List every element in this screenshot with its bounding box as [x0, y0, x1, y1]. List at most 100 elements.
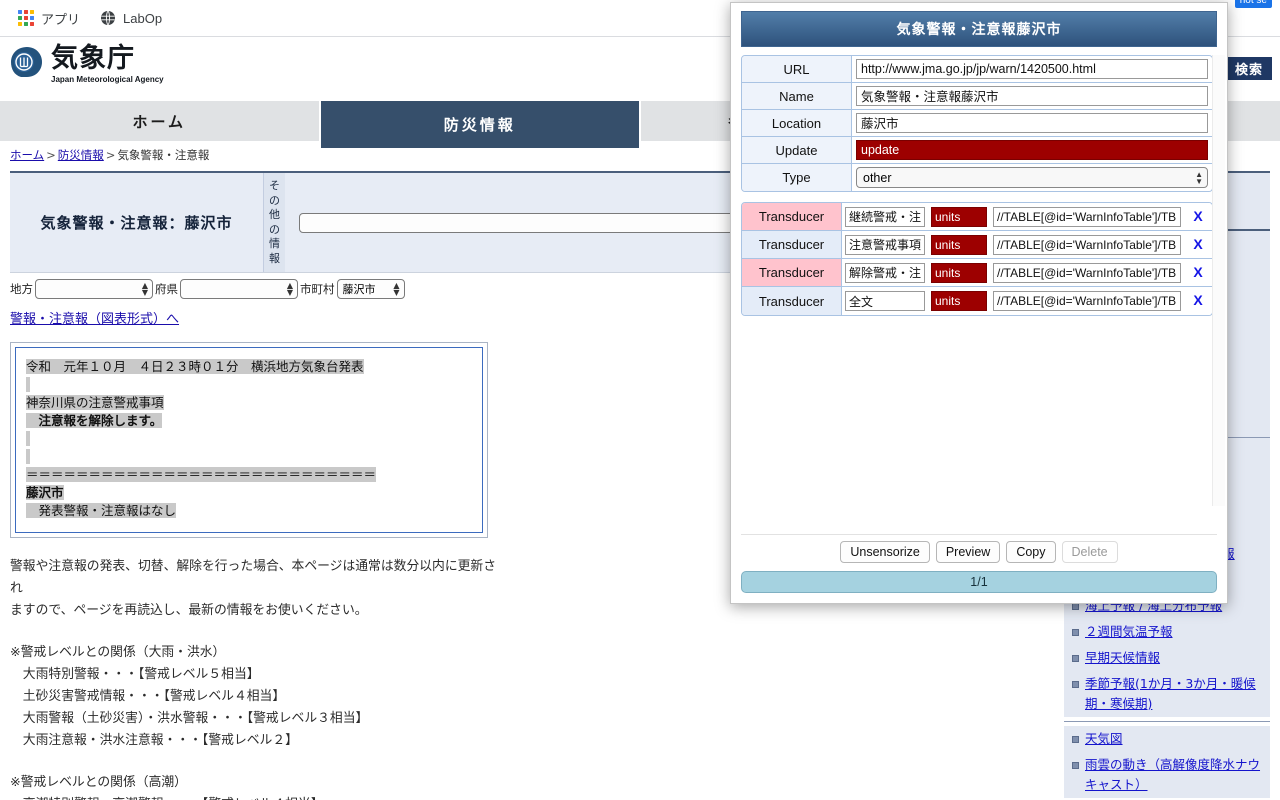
body-text-line: 大雨警報（土砂災害）・洪水警報・・・【警戒レベル３相当】: [10, 711, 369, 727]
site-logo-en: Japan Meteorological Agency: [51, 75, 164, 84]
preview-button[interactable]: Preview: [935, 541, 1001, 563]
transducer-units-input[interactable]: [931, 262, 987, 283]
transducer-label: Transducer: [742, 203, 842, 231]
warning-text-content[interactable]: 令和 元年１０月 ４日２３時０１分 横浜地方気象台発表 神奈川県の注意警戒事項 …: [15, 347, 483, 534]
transducer-units-input-cell: [928, 231, 990, 259]
body-text-line: ※警戒レベルとの関係（高潮）: [10, 775, 187, 791]
unsensorize-button[interactable]: Unsensorize: [840, 541, 930, 563]
site-logo[interactable]: 気象庁 Japan Meteorological Agency: [10, 45, 164, 84]
bullet-icon: [1072, 681, 1079, 688]
sidebar-map-link-0[interactable]: 天気図: [1085, 729, 1123, 749]
warning-line: 神奈川県の注意警戒事項: [26, 395, 164, 411]
list-item[interactable]: 季節予報(1か月・3か月・暖候期・寒候期): [1064, 671, 1270, 717]
breadcrumb-item-disaster[interactable]: 防災情報: [58, 148, 104, 162]
type-select-shell: other ▲ ▼: [856, 167, 1208, 188]
meta-value-cell: [852, 137, 1212, 164]
transducer-name-input[interactable]: [845, 206, 925, 227]
meta-input-update[interactable]: [856, 140, 1208, 160]
delete-button: Delete: [1061, 541, 1118, 563]
body-text-line: [10, 622, 500, 642]
transducer-xpath-input[interactable]: [993, 234, 1181, 255]
meta-key-url: URL: [742, 56, 852, 83]
meta-row: Type other ▲ ▼: [742, 164, 1212, 191]
transducer-remove-button[interactable]: X: [1193, 265, 1202, 279]
breadcrumb-item-home[interactable]: ホーム: [10, 148, 44, 162]
labop-panel-body: URLNameLocationUpdateTypeother▲▼ Transdu…: [731, 47, 1227, 534]
transducer-units-input-cell: [928, 287, 990, 315]
list-item[interactable]: 天気図: [1064, 726, 1270, 752]
nav-tab-disaster-info[interactable]: 防災情報: [320, 101, 641, 148]
transducer-name-input[interactable]: [845, 291, 925, 311]
body-text-line: 大雨特別警報・・・【警戒レベル５相当】: [10, 667, 260, 683]
body-text-line: 警報や注意報の発表、切替、解除を行った場合、本ページは通常は数分以内に更新され: [10, 559, 497, 597]
transducer-xpath-input[interactable]: [993, 262, 1181, 283]
shichouson-label: 市町村: [300, 282, 335, 297]
transducer-xpath-input-cell: [990, 231, 1184, 259]
sidebar-map-list: 天気図雨雲の動き（高解像度降水ナウキャスト）: [1064, 726, 1270, 798]
sidebar-divider: [1064, 721, 1270, 722]
page-title: 気象警報・注意報：藤沢市: [10, 173, 263, 273]
list-item[interactable]: 早期天候情報: [1064, 645, 1270, 671]
transducer-name-input-cell: [842, 203, 928, 231]
transducer-xpath-input[interactable]: [993, 206, 1181, 227]
transducer-name-input-cell: [842, 259, 928, 287]
bullet-icon: [1072, 762, 1079, 769]
warning-line: [26, 376, 474, 394]
type-select[interactable]: other: [856, 167, 1208, 188]
meta-value-cell: [852, 110, 1212, 137]
body-text-line: ますので、ページを再読込し、最新の情報をお使いください。: [10, 603, 368, 619]
transducer-remove-button[interactable]: X: [1193, 237, 1202, 251]
fuken-select[interactable]: [180, 279, 298, 300]
nav-tab-home[interactable]: ホーム: [0, 101, 321, 141]
sidebar-map-link-1[interactable]: 雨雲の動き（高解像度降水ナウキャスト）: [1085, 755, 1262, 795]
labop-sensor-panel: 気象警報・注意報藤沢市 URLNameLocationUpdateTypeoth…: [730, 2, 1228, 604]
transducer-units-input[interactable]: [931, 206, 987, 227]
fuken-select-shell: ▲ ▼: [180, 279, 298, 300]
body-text-line: 高潮特別警報・高潮警報・・・【警戒レベル４相当】: [10, 794, 500, 800]
bookmark-apps[interactable]: アプリ: [10, 5, 88, 32]
transducer-label: Transducer: [742, 259, 842, 287]
transducer-name-input[interactable]: [845, 262, 925, 283]
bullet-icon: [1072, 736, 1079, 743]
pager[interactable]: 1/1: [741, 571, 1217, 593]
meta-row: URL: [742, 56, 1212, 83]
copy-button[interactable]: Copy: [1006, 541, 1056, 563]
panel-scrollbar[interactable]: [1212, 55, 1225, 506]
sidebar-forecast-link-4[interactable]: 早期天候情報: [1085, 648, 1160, 668]
meta-row: Update: [742, 137, 1212, 164]
transducer-xpath-input-cell: [990, 287, 1184, 315]
sidebar-forecast-link-5[interactable]: 季節予報(1か月・3か月・暖候期・寒候期): [1085, 674, 1262, 714]
chart-format-link[interactable]: 警報・注意報（図表形式）へ: [10, 308, 179, 327]
transducer-units-input[interactable]: [931, 291, 987, 311]
chihou-label: 地方: [10, 282, 33, 297]
list-item[interactable]: ２週間気温予報: [1064, 619, 1270, 645]
sidebar-forecast-link-3[interactable]: ２週間気温予報: [1085, 622, 1173, 642]
chihou-select[interactable]: [35, 279, 153, 300]
transducer-units-input[interactable]: [931, 234, 987, 255]
warning-line: [26, 448, 474, 466]
meta-input-name[interactable]: [856, 85, 1208, 106]
labop-panel-footer: Unsensorize Preview Copy Delete 1/1: [731, 534, 1227, 603]
sensor-meta-table: URLNameLocationUpdateTypeother▲▼: [741, 55, 1213, 192]
warning-line: 注意報を解除します。: [26, 413, 163, 429]
transducer-row: Transducer X: [742, 287, 1212, 315]
body-text-line: [10, 752, 500, 772]
meta-key-name: Name: [742, 83, 852, 110]
warning-line: ＝＝＝＝＝＝＝＝＝＝＝＝＝＝＝＝＝＝＝＝＝＝＝＝＝＝＝＝: [26, 467, 377, 483]
breadcrumb-sep-1: >: [46, 148, 56, 162]
body-text-line: 大雨注意報・洪水注意報・・・【警戒レベル２】: [10, 733, 298, 749]
meta-input-location[interactable]: [856, 112, 1208, 133]
shichouson-select[interactable]: 藤沢市: [336, 279, 405, 300]
transducer-remove-button[interactable]: X: [1193, 293, 1202, 307]
transducer-remove-button[interactable]: X: [1193, 209, 1202, 223]
search-button[interactable]: 検索: [1225, 57, 1272, 80]
warning-line: 発表警報・注意報はなし: [26, 503, 177, 519]
transducer-name-input[interactable]: [845, 234, 925, 255]
meta-input-url[interactable]: [856, 59, 1208, 79]
fuken-label: 府県: [155, 282, 178, 297]
transducer-xpath-input[interactable]: [993, 291, 1181, 311]
list-item[interactable]: 雨雲の動き（高解像度降水ナウキャスト）: [1064, 752, 1270, 798]
warning-line: [26, 430, 474, 448]
bullet-icon: [1072, 603, 1079, 610]
bookmark-labop[interactable]: LabOp: [92, 6, 170, 30]
